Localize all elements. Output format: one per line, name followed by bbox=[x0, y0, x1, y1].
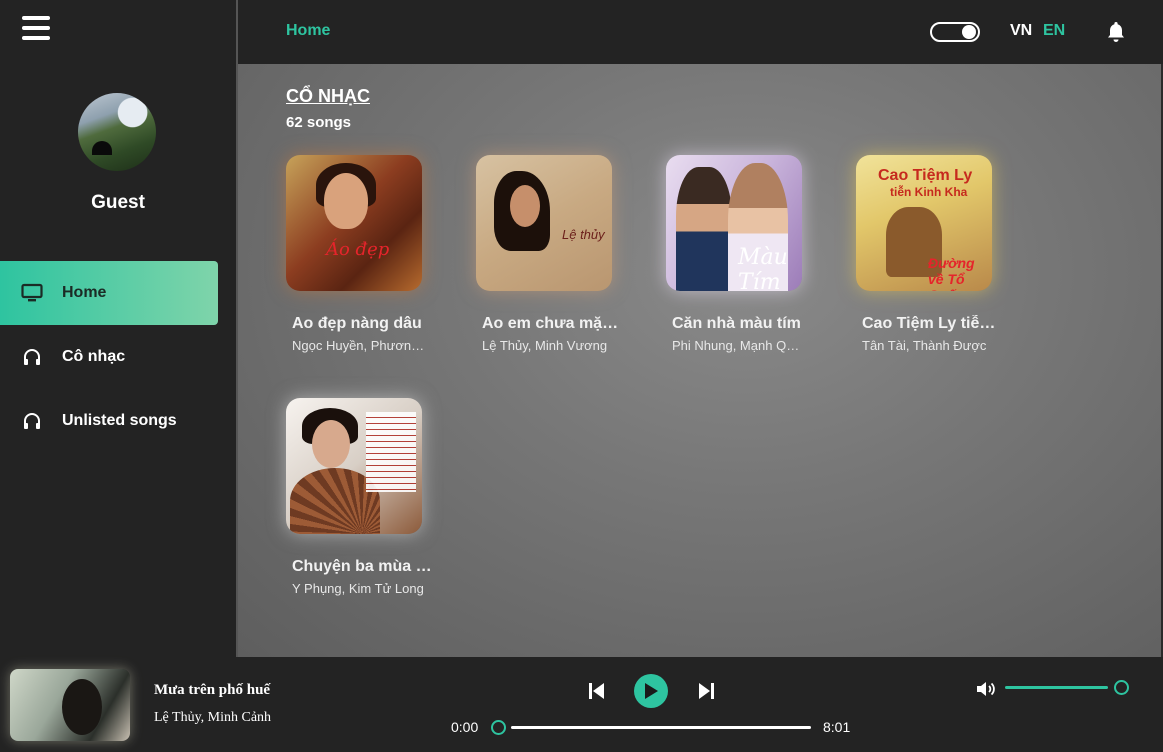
volume-icon[interactable] bbox=[975, 679, 997, 699]
skip-forward-icon bbox=[699, 683, 714, 699]
song-artists: Lệ Thủy, Minh Vương bbox=[482, 338, 608, 353]
seek-slider[interactable] bbox=[491, 720, 813, 736]
player-bar: Mưa trên phố huế Lệ Thủy, Minh Cảnh 0:00… bbox=[0, 657, 1163, 752]
main-content: CỔ NHẠC 62 songs Áo đẹp Ao đẹp nàng dâu … bbox=[238, 64, 1161, 657]
album-cover: Màu Tím bbox=[666, 155, 802, 291]
song-title: Ao em chưa mặc một lần bbox=[482, 315, 622, 332]
sidebar-item-co-nhac[interactable]: Cô nhạc bbox=[0, 325, 218, 389]
song-card[interactable]: Chuyện ba mùa mưa Y Phụng, Kim Tử Long bbox=[286, 398, 436, 596]
current-time: 0:00 bbox=[451, 719, 479, 735]
previous-button[interactable] bbox=[585, 679, 609, 703]
cover-text: Màu Tím bbox=[738, 245, 788, 291]
song-title: Căn nhà màu tím bbox=[672, 315, 801, 332]
album-cover: Cao Tiệm Ly tiễn Kinh Kha Đường về Tổ Qu… bbox=[856, 155, 992, 291]
song-artists: Phi Nhung, Mạnh Quỳnh bbox=[672, 338, 806, 353]
song-card[interactable]: Màu Tím Căn nhà màu tím Phi Nhung, Mạnh … bbox=[666, 155, 816, 353]
song-artists: Y Phụng, Kim Tử Long bbox=[292, 581, 424, 596]
now-playing-artist: Lệ Thủy, Minh Cảnh bbox=[154, 710, 272, 725]
song-artists: Ngọc Huyền, Phương Lan bbox=[292, 338, 426, 353]
language-vn[interactable]: VN bbox=[1010, 22, 1032, 40]
avatar bbox=[78, 93, 156, 171]
sidebar-item-label: Cô nhạc bbox=[62, 348, 126, 365]
sidebar-item-label: Home bbox=[62, 284, 107, 301]
album-cover: Áo đẹp bbox=[286, 155, 422, 291]
skip-back-icon bbox=[589, 683, 604, 699]
cover-text: tiễn Kinh Kha bbox=[890, 185, 968, 199]
song-title: Cao Tiệm Ly tiễn Kinh Kha bbox=[862, 315, 1002, 332]
song-card[interactable]: Áo đẹp Ao đẹp nàng dâu Ngọc Huyền, Phươn… bbox=[286, 155, 436, 353]
now-playing-title: Mưa trên phố huế bbox=[154, 682, 271, 698]
breadcrumb[interactable]: Home bbox=[286, 22, 330, 40]
bell-icon[interactable] bbox=[1104, 20, 1128, 44]
play-icon bbox=[645, 683, 658, 699]
cover-text: Lệ thủy bbox=[562, 227, 605, 242]
cover-text: Áo đẹp bbox=[326, 239, 390, 260]
cover-text: Đường về Tổ Quốc bbox=[928, 255, 975, 291]
duration: 8:01 bbox=[823, 719, 851, 735]
headphones-icon bbox=[20, 409, 44, 433]
album-cover bbox=[286, 398, 422, 534]
song-card[interactable]: Cao Tiệm Ly tiễn Kinh Kha Đường về Tổ Qu… bbox=[856, 155, 1006, 353]
now-playing-cover[interactable] bbox=[10, 669, 130, 741]
headphones-icon bbox=[20, 345, 44, 369]
song-artists: Tân Tài, Thành Được bbox=[862, 338, 987, 353]
next-button[interactable] bbox=[694, 679, 718, 703]
hamburger-icon[interactable] bbox=[22, 14, 50, 42]
song-card[interactable]: Lệ thủy Ao em chưa mặc một lần Lệ Thủy, … bbox=[476, 155, 626, 353]
sidebar-item-unlisted-songs[interactable]: Unlisted songs bbox=[0, 389, 218, 453]
theme-toggle[interactable] bbox=[930, 22, 980, 42]
play-button[interactable] bbox=[634, 674, 668, 708]
song-title: Chuyện ba mùa mưa bbox=[292, 558, 432, 575]
monitor-icon bbox=[20, 281, 44, 305]
playlist-count: 62 songs bbox=[286, 114, 352, 131]
album-cover: Lệ thủy bbox=[476, 155, 612, 291]
sidebar-item-label: Unlisted songs bbox=[62, 412, 177, 429]
header: Home VN EN bbox=[238, 0, 1163, 64]
playlist-title: CỔ NHẠC bbox=[286, 86, 370, 106]
user-name: Guest bbox=[91, 192, 145, 213]
language-en[interactable]: EN bbox=[1043, 22, 1065, 40]
volume-slider[interactable] bbox=[1005, 680, 1131, 696]
song-title: Ao đẹp nàng dâu bbox=[292, 315, 422, 332]
sidebar-item-home[interactable]: Home bbox=[0, 261, 218, 325]
cover-text: Cao Tiệm Ly bbox=[878, 167, 973, 184]
sidebar: Guest Home Cô nhạc Unlisted songs bbox=[0, 0, 236, 657]
